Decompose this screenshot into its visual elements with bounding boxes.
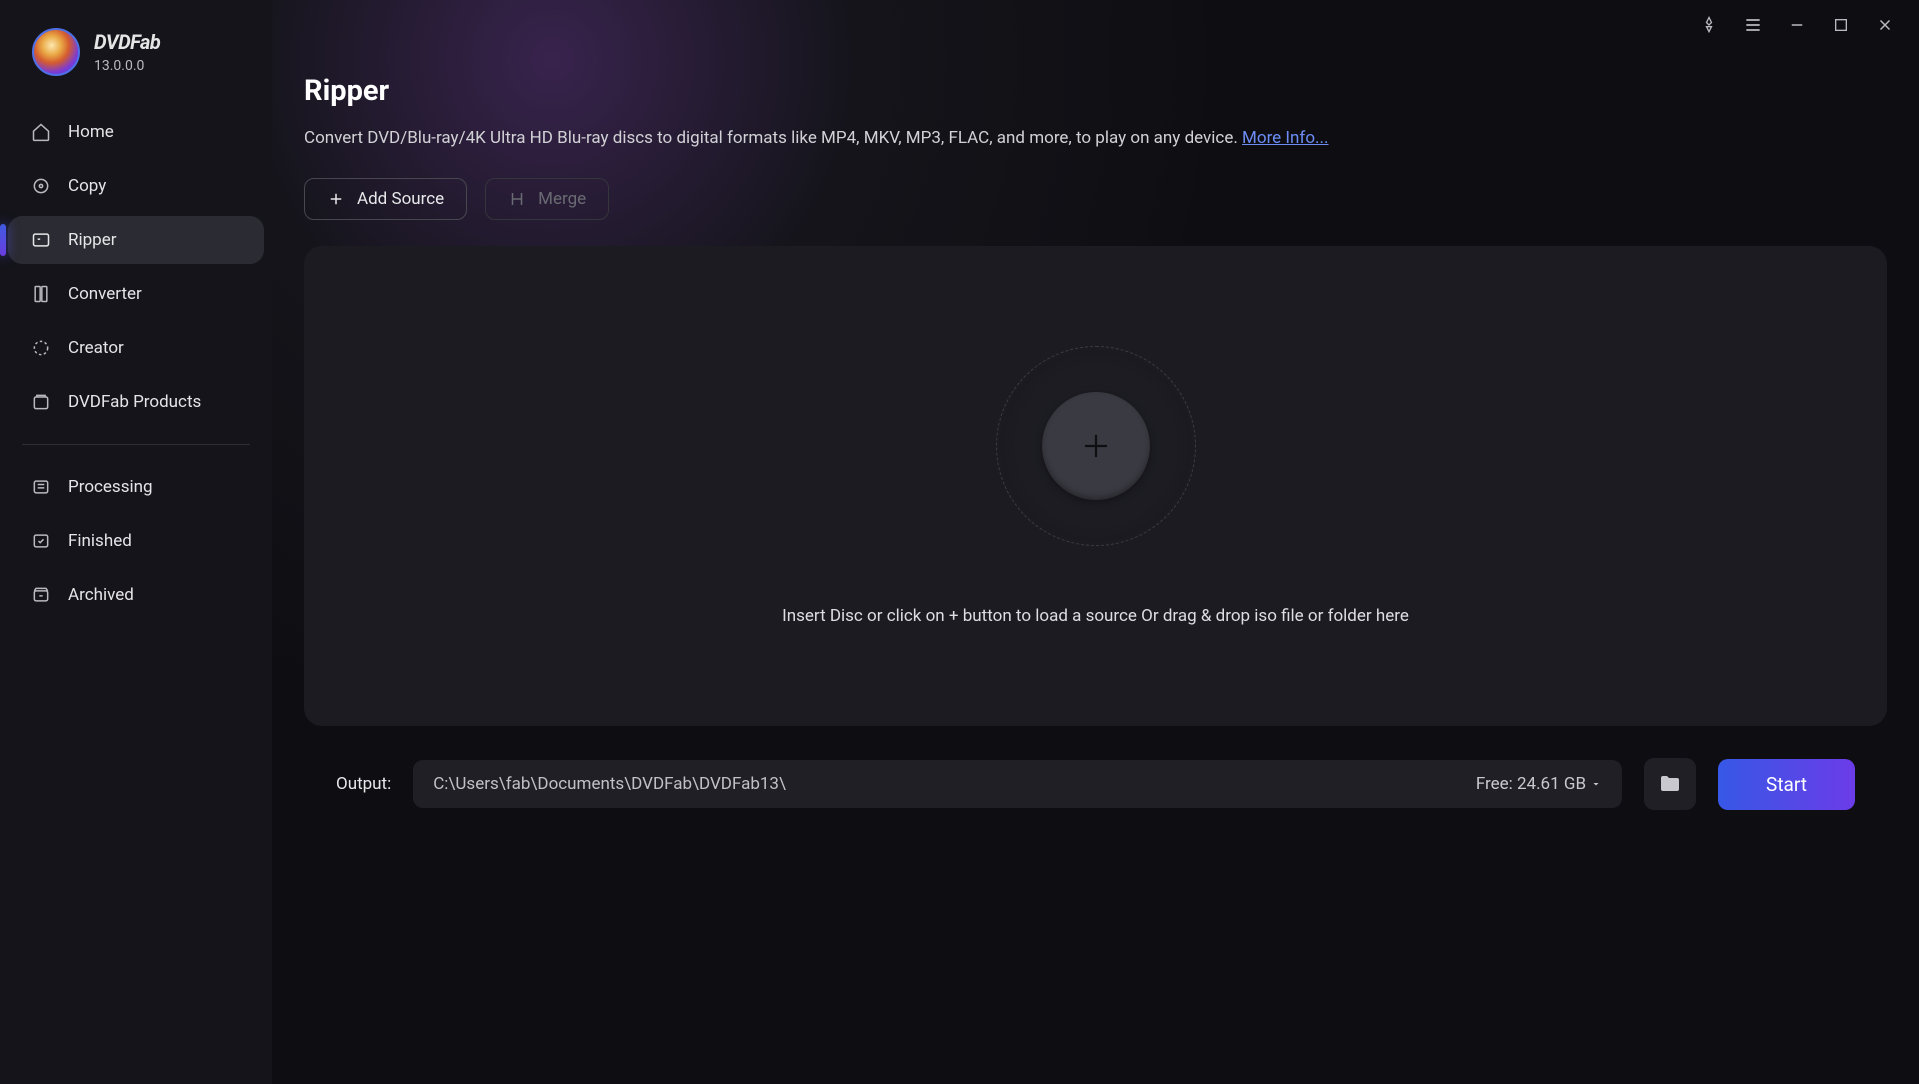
logo-area: DVDFab 13.0.0.0 xyxy=(0,28,272,108)
brand-version: 13.0.0.0 xyxy=(94,58,160,74)
sidebar-item-products[interactable]: DVDFab Products xyxy=(8,378,264,426)
merge-icon xyxy=(508,190,526,208)
secondary-nav: Processing Finished Archived xyxy=(0,463,272,625)
theme-icon[interactable] xyxy=(1697,13,1721,37)
products-icon xyxy=(30,391,52,413)
minimize-icon[interactable] xyxy=(1785,13,1809,37)
merge-button: Merge xyxy=(485,178,609,220)
primary-nav: Home Copy Ripper Converter Creator xyxy=(0,108,272,432)
action-button-row: Add Source Merge xyxy=(304,178,1887,220)
sidebar-item-home[interactable]: Home xyxy=(8,108,264,156)
titlebar xyxy=(272,0,1919,50)
page-description-text: Convert DVD/Blu-ray/4K Ultra HD Blu-ray … xyxy=(304,128,1242,148)
more-info-link[interactable]: More Info... xyxy=(1242,128,1328,148)
output-path-field[interactable]: C:\Users\fab\Documents\DVDFab\DVDFab13\ … xyxy=(413,760,1622,808)
sidebar-item-ripper[interactable]: Ripper xyxy=(8,216,264,264)
drop-zone-prompt: Insert Disc or click on + button to load… xyxy=(782,606,1409,626)
sidebar-item-label: Archived xyxy=(68,585,134,605)
ripper-icon xyxy=(30,229,52,251)
sidebar-item-copy[interactable]: Copy xyxy=(8,162,264,210)
sidebar-item-finished[interactable]: Finished xyxy=(8,517,264,565)
sidebar-item-label: Processing xyxy=(68,477,153,497)
sidebar-item-label: Creator xyxy=(68,338,124,358)
browse-folder-button[interactable] xyxy=(1644,758,1696,810)
sidebar-item-archived[interactable]: Archived xyxy=(8,571,264,619)
sidebar-item-label: Ripper xyxy=(68,230,116,250)
sidebar-item-label: DVDFab Products xyxy=(68,392,201,412)
start-button[interactable]: Start xyxy=(1718,759,1855,810)
home-icon xyxy=(30,121,52,143)
sidebar-item-converter[interactable]: Converter xyxy=(8,270,264,318)
menu-icon[interactable] xyxy=(1741,13,1765,37)
sidebar-item-label: Finished xyxy=(68,531,132,551)
add-source-button[interactable]: Add Source xyxy=(304,178,467,220)
page-title: Ripper xyxy=(304,74,1887,108)
page-description: Convert DVD/Blu-ray/4K Ultra HD Blu-ray … xyxy=(304,128,1887,148)
sidebar-item-label: Home xyxy=(68,122,114,142)
chevron-down-icon xyxy=(1590,778,1602,790)
output-label: Output: xyxy=(336,774,391,794)
folder-icon xyxy=(1658,772,1682,796)
drop-zone[interactable]: Insert Disc or click on + button to load… xyxy=(304,246,1887,726)
footer-bar: Output: C:\Users\fab\Documents\DVDFab\DV… xyxy=(304,726,1887,848)
free-space-label: Free: 24.61 GB xyxy=(1476,774,1586,794)
sidebar-item-label: Copy xyxy=(68,176,106,196)
sidebar-item-label: Converter xyxy=(68,284,142,304)
drop-zone-ring xyxy=(996,346,1196,546)
add-source-label: Add Source xyxy=(357,189,444,209)
logo-text: DVDFab 13.0.0.0 xyxy=(94,30,160,74)
nav-divider xyxy=(22,444,250,445)
drop-zone-plus-button[interactable] xyxy=(1042,392,1150,500)
close-icon[interactable] xyxy=(1873,13,1897,37)
sidebar: DVDFab 13.0.0.0 Home Copy Ripper xyxy=(0,0,272,1084)
free-space-dropdown[interactable]: Free: 24.61 GB xyxy=(1476,774,1602,794)
sidebar-item-processing[interactable]: Processing xyxy=(8,463,264,511)
archived-icon xyxy=(30,584,52,606)
output-path-value: C:\Users\fab\Documents\DVDFab\DVDFab13\ xyxy=(433,774,786,794)
sidebar-item-creator[interactable]: Creator xyxy=(8,324,264,372)
converter-icon xyxy=(30,283,52,305)
copy-icon xyxy=(30,175,52,197)
main-panel: Ripper Convert DVD/Blu-ray/4K Ultra HD B… xyxy=(272,0,1919,1084)
brand-name: DVDFab xyxy=(94,30,160,54)
maximize-icon[interactable] xyxy=(1829,13,1853,37)
finished-icon xyxy=(30,530,52,552)
content-area: Ripper Convert DVD/Blu-ray/4K Ultra HD B… xyxy=(272,50,1919,1084)
app-logo-icon xyxy=(32,28,80,76)
creator-icon xyxy=(30,337,52,359)
processing-icon xyxy=(30,476,52,498)
plus-icon xyxy=(327,190,345,208)
merge-label: Merge xyxy=(538,189,586,209)
